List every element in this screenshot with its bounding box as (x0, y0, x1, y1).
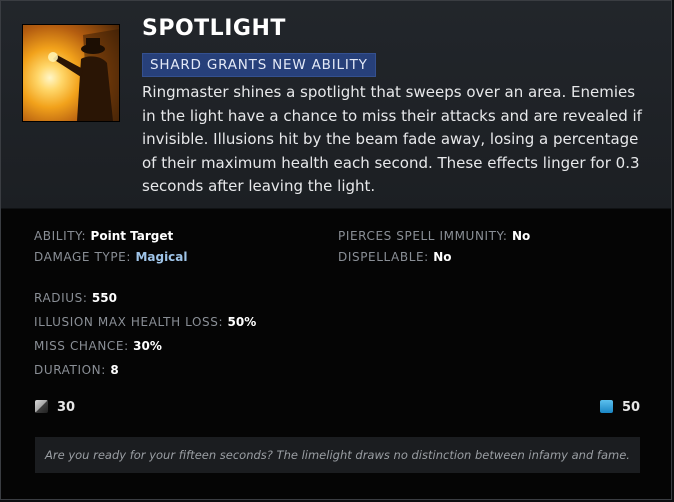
cooldown: 30 (35, 399, 75, 417)
ringmaster-spotlight-icon (22, 24, 120, 122)
illusion-health-loss-label: ILLUSION MAX HEALTH LOSS: (34, 315, 224, 329)
dispellable-label: DISPELLABLE: (338, 250, 429, 264)
dispellable-value: No (433, 250, 452, 264)
damage-type-row: DAMAGE TYPE: Magical (34, 250, 188, 264)
spell-immunity-value: No (512, 229, 531, 243)
attribute-row: MISS CHANCE: 30% (34, 339, 162, 353)
ability-type-label: ABILITY: (34, 229, 87, 243)
cooldown-icon (35, 400, 48, 413)
shard-badge: SHARD GRANTS NEW ABILITY (142, 53, 376, 77)
attribute-row: RADIUS: 550 (34, 291, 117, 305)
tooltip-header: SPOTLIGHT SHARD GRANTS NEW ABILITY Ringm… (1, 1, 671, 209)
radius-label: RADIUS: (34, 291, 88, 305)
mana-value: 50 (622, 400, 641, 415)
spell-immunity-label: PIERCES SPELL IMMUNITY: (338, 229, 508, 243)
lore-text: Are you ready for your fifteen seconds? … (35, 437, 640, 473)
mana-cost: 50 (600, 399, 640, 417)
spell-immunity-row: PIERCES SPELL IMMUNITY: No (338, 229, 530, 243)
attribute-row: ILLUSION MAX HEALTH LOSS: 50% (34, 315, 256, 329)
dispellable-row: DISPELLABLE: No (338, 250, 452, 264)
damage-type-label: DAMAGE TYPE: (34, 250, 132, 264)
cooldown-value: 30 (57, 400, 76, 415)
ability-type-row: ABILITY: Point Target (34, 229, 173, 243)
radius-value: 550 (91, 291, 117, 305)
miss-chance-label: MISS CHANCE: (34, 339, 129, 353)
duration-label: DURATION: (34, 363, 106, 377)
ability-type-value: Point Target (90, 229, 174, 243)
duration-value: 8 (110, 363, 119, 377)
ability-description: Ringmaster shines a spotlight that sweep… (142, 83, 642, 195)
illusion-health-loss-value: 50% (227, 315, 257, 329)
damage-type-value: Magical (135, 250, 188, 264)
ability-title: SPOTLIGHT (142, 16, 286, 41)
ability-tooltip: SPOTLIGHT SHARD GRANTS NEW ABILITY Ringm… (0, 0, 672, 500)
miss-chance-value: 30% (133, 339, 162, 353)
attribute-row: DURATION: 8 (34, 363, 119, 377)
mana-icon (600, 400, 613, 413)
